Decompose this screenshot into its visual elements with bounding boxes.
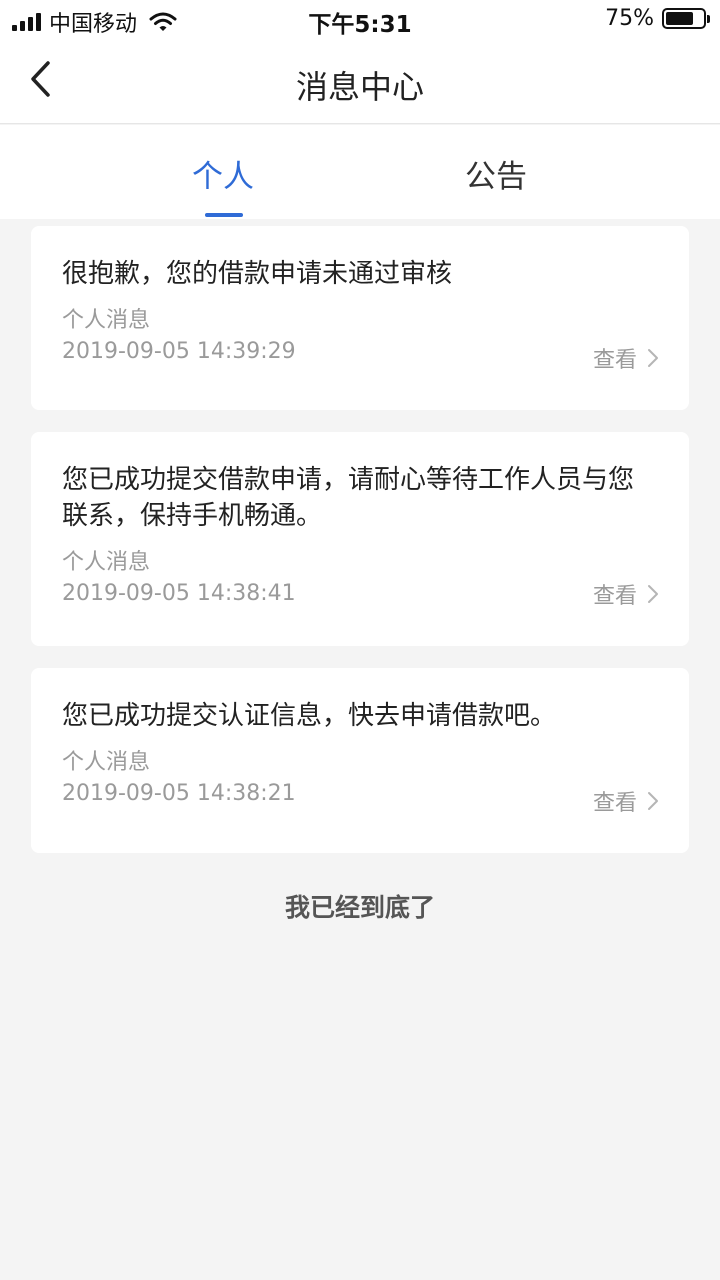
battery-tip <box>707 15 710 23</box>
nav-bar: 消息中心 <box>0 40 720 124</box>
battery-icon <box>662 8 710 29</box>
view-link[interactable]: 查看 <box>593 578 659 610</box>
status-right: 75% <box>605 6 710 31</box>
view-link[interactable]: 查看 <box>593 785 659 817</box>
tab-announcement[interactable]: 公告 <box>416 151 576 196</box>
tab-bar: 个人 公告 <box>0 125 720 219</box>
chevron-right-icon <box>648 349 658 367</box>
message-category: 个人消息 <box>62 550 151 575</box>
message-text: 您已成功提交借款申请，请耐心等待工作人员与您联系，保持手机畅通。 <box>62 465 635 531</box>
message-card[interactable]: 很抱歉，您的借款申请未通过审核 个人消息 2019-09-05 14:39:29… <box>31 226 689 410</box>
chevron-right-icon <box>648 792 658 810</box>
chevron-right-icon <box>648 585 658 603</box>
page-title: 消息中心 <box>295 68 424 106</box>
message-time: 2019-09-05 14:38:41 <box>62 581 296 606</box>
message-time: 2019-09-05 14:38:21 <box>62 781 296 806</box>
message-card[interactable]: 您已成功提交借款申请，请耐心等待工作人员与您联系，保持手机畅通。 个人消息 20… <box>31 432 689 646</box>
view-label: 查看 <box>592 791 637 816</box>
active-tab-indicator <box>205 213 243 217</box>
message-list: 很抱歉，您的借款申请未通过审核 个人消息 2019-09-05 14:39:29… <box>31 226 689 875</box>
message-card[interactable]: 您已成功提交认证信息，快去申请借款吧。 个人消息 2019-09-05 14:3… <box>31 668 689 853</box>
message-category: 个人消息 <box>62 750 151 775</box>
message-time: 2019-09-05 14:39:29 <box>62 339 296 364</box>
status-bar: 中国移动 下午5:31 75% <box>0 0 720 40</box>
view-label: 查看 <box>592 584 637 609</box>
message-text: 您已成功提交认证信息，快去申请借款吧。 <box>62 701 557 731</box>
message-text: 很抱歉，您的借款申请未通过审核 <box>62 259 453 289</box>
view-link[interactable]: 查看 <box>593 342 659 374</box>
battery-percent: 75% <box>605 6 654 31</box>
message-category: 个人消息 <box>62 308 151 333</box>
view-label: 查看 <box>592 348 637 373</box>
end-of-list-text: 我已经到底了 <box>284 893 435 922</box>
battery-fill <box>666 12 693 25</box>
tab-personal[interactable]: 个人 <box>143 151 303 196</box>
